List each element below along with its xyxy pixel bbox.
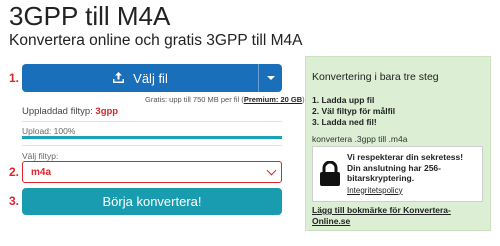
step-number-1: 1. <box>9 71 20 85</box>
lock-icon <box>320 161 340 186</box>
upload-limit-note: Gratis: upp till 750 MB per fil (Premium… <box>145 95 305 104</box>
privacy-text: Vi respekterar din sekretess! Din anslut… <box>347 152 464 183</box>
privacy-notice: Vi respekterar din sekretess! Din anslut… <box>312 146 483 202</box>
step-number-2: 2. <box>9 165 20 179</box>
bookmark-link[interactable]: Lägg till bokmärke för Konvertera-Online… <box>312 205 487 226</box>
sidebar-step: 2. Väl filtyp för målfil <box>312 106 396 116</box>
uploaded-filetype-value: 3gpp <box>95 106 119 117</box>
privacy-policy-link[interactable]: Integritetspolicy <box>347 186 478 197</box>
info-sidebar: Konvertering i bara tre steg 1. Ladda up… <box>305 56 491 231</box>
upload-progress-label: Upload: 100% <box>22 126 76 136</box>
upload-progress-fill <box>22 136 282 139</box>
upload-limit-text: Gratis: upp till 750 MB per fil <box>145 95 240 104</box>
page-subtitle: Konvertera online och gratis 3GPP till M… <box>9 32 303 49</box>
premium-link[interactable]: Premium: 20 GB <box>244 95 302 104</box>
upload-progress-bar <box>22 136 282 139</box>
uploaded-filetype: Uppladdad filtyp: 3gpp <box>22 106 118 117</box>
chevron-down-icon <box>266 165 277 175</box>
target-format-value: m4a <box>31 166 52 178</box>
choose-file-button[interactable]: Välj fil <box>22 64 282 92</box>
upload-source-dropdown-button[interactable] <box>258 64 282 92</box>
target-format-label: Välj filtyp: <box>22 151 59 161</box>
sidebar-step: 1. Ladda upp fil <box>312 95 375 105</box>
privacy-text-block: Vi respekterar din sekretess! Din anslut… <box>347 152 478 196</box>
choose-file-label: Välj fil <box>133 70 168 86</box>
divider <box>22 121 282 122</box>
sidebar-steps: 1. Ladda upp fil 2. Väl filtyp för målfi… <box>312 95 395 128</box>
sidebar-step: 3. Ladda ned fil! <box>312 117 377 127</box>
uploaded-filetype-label: Uppladdad filtyp: <box>22 106 93 117</box>
upload-icon <box>113 72 125 83</box>
step-number-3: 3. <box>9 194 20 208</box>
target-format-select[interactable]: m4a <box>22 161 282 183</box>
sidebar-heading: Konvertering i bara tre steg <box>312 71 439 83</box>
divider <box>22 145 282 146</box>
page-title: 3GPP till M4A <box>9 1 171 31</box>
conversion-description: konvertera .3gpp till .m4a <box>312 134 408 144</box>
chevron-down-icon <box>266 76 275 80</box>
choose-file-main[interactable]: Välj fil <box>22 64 258 92</box>
start-convert-button[interactable]: Börja konvertera! <box>22 188 282 215</box>
